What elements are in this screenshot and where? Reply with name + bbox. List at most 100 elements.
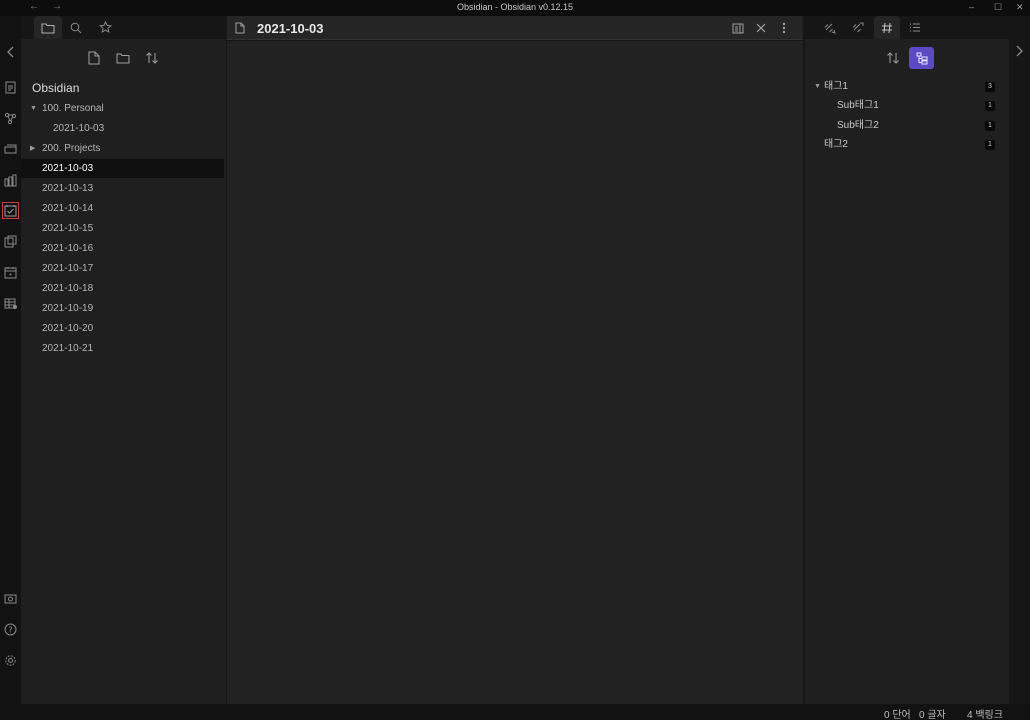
file-label: 2021-10-16 — [42, 243, 94, 254]
tag-tree-view-toggle[interactable] — [909, 47, 934, 69]
file-item[interactable]: 2021-10-15 — [21, 219, 224, 238]
caret-down-icon: ▼ — [30, 105, 37, 112]
tag-pane: ▼ 태그1 3 Sub태그1 1 Sub태그2 1 태그2 1 — [805, 39, 1009, 704]
kanban-icon[interactable] — [3, 173, 18, 188]
file-item[interactable]: 2021-10-17 — [21, 259, 224, 278]
outgoing-links-icon — [852, 22, 864, 33]
minimize-icon[interactable]: – — [969, 2, 974, 12]
vault-name: Obsidian — [32, 81, 80, 95]
sort-icon — [886, 52, 899, 64]
file-label: 2021-10-13 — [42, 183, 94, 194]
folder-icon — [41, 23, 55, 33]
note-title[interactable]: 2021-10-03 — [257, 21, 324, 36]
maximize-icon[interactable]: ☐ — [994, 2, 1002, 13]
file-item[interactable]: 2021-10-14 — [21, 199, 224, 218]
svg-text:?: ? — [8, 626, 12, 635]
new-note-icon — [88, 51, 100, 65]
editor-content[interactable] — [227, 41, 803, 704]
tag-sort-button[interactable] — [880, 47, 905, 69]
tag-item[interactable]: 태그2 1 — [805, 136, 1009, 154]
tab-search[interactable] — [62, 16, 90, 39]
file-item[interactable]: 2021-10-13 — [21, 179, 224, 198]
close-tab-button[interactable] — [753, 20, 769, 36]
right-sidebar-tabs — [805, 16, 1030, 39]
help-icon[interactable]: ? — [3, 622, 18, 637]
close-icon — [756, 23, 766, 33]
caret-down-icon: ▼ — [814, 83, 821, 90]
daily-note-calendar-icon[interactable] — [2, 202, 19, 219]
star-icon — [98, 21, 112, 33]
calendar-icon[interactable] — [3, 265, 18, 280]
new-folder-button[interactable] — [112, 47, 134, 69]
tag-item[interactable]: Sub태그2 1 — [805, 117, 1009, 135]
caret-right-icon: ▶ — [30, 145, 36, 152]
tag-label: Sub태그2 — [837, 120, 879, 131]
sort-button[interactable] — [141, 47, 163, 69]
status-bar: 0 단어 0 글자 4 백링크 — [21, 704, 1030, 720]
file-item[interactable]: 2021-10-03 — [21, 119, 224, 138]
tab-file-explorer[interactable] — [34, 16, 62, 39]
tab-tags[interactable] — [874, 16, 900, 39]
backlinks-icon — [824, 23, 836, 34]
sort-icon — [146, 52, 158, 64]
file-item[interactable]: 2021-10-18 — [21, 279, 224, 298]
title-bar: ← → Obsidian - Obsidian v0.12.15 – ☐ ✕ — [0, 0, 1030, 16]
table-icon[interactable] — [3, 296, 18, 311]
file-label: 2021-10-03 — [53, 123, 105, 134]
folder-item[interactable]: ▶ 200. Projects — [21, 139, 224, 158]
folder-label: 100. Personal — [42, 103, 104, 114]
tag-label: 태그2 — [824, 139, 848, 150]
file-label: 2021-10-21 — [42, 343, 94, 354]
file-label: 2021-10-17 — [42, 263, 94, 274]
folder-item[interactable]: ▼ 100. Personal — [21, 99, 224, 118]
char-count: 0 글자 — [919, 710, 946, 720]
tag-count-badge: 1 — [985, 140, 995, 150]
open-random-note-icon[interactable] — [3, 142, 18, 157]
file-item-active[interactable]: 2021-10-03 — [21, 159, 224, 178]
folder-label: 200. Projects — [42, 143, 101, 154]
window-close-icon[interactable]: ✕ — [1016, 2, 1024, 13]
tag-count-badge: 1 — [985, 121, 995, 131]
file-item[interactable]: 2021-10-20 — [21, 319, 224, 338]
word-count: 0 단어 — [884, 710, 911, 720]
more-options-button[interactable] — [776, 20, 792, 36]
tab-starred[interactable] — [91, 16, 119, 39]
tab-outline[interactable] — [902, 16, 928, 39]
new-note-button[interactable] — [83, 47, 105, 69]
backlink-count[interactable]: 4 백링크 — [967, 706, 1003, 720]
file-item[interactable]: 2021-10-21 — [21, 339, 224, 358]
tag-label: Sub태그1 — [837, 100, 879, 111]
graph-view-icon[interactable] — [3, 111, 18, 126]
tree-view-icon — [916, 52, 927, 64]
tag-count-badge: 1 — [985, 101, 995, 111]
tab-outgoing-links[interactable] — [845, 16, 871, 39]
search-icon — [70, 22, 82, 33]
reading-view-button[interactable] — [730, 20, 746, 36]
file-label: 2021-10-15 — [42, 223, 94, 234]
editor-header: 2021-10-03 — [227, 16, 803, 40]
tag-hash-icon — [882, 22, 892, 33]
settings-icon[interactable] — [3, 653, 18, 668]
open-quick-switcher-icon[interactable] — [3, 80, 18, 95]
file-label: 2021-10-20 — [42, 323, 94, 334]
tag-count-badge: 3 — [985, 82, 995, 92]
document-icon — [235, 21, 245, 39]
reading-view-icon — [732, 23, 744, 33]
left-sidebar-tabs — [21, 16, 227, 39]
templates-icon[interactable] — [3, 234, 18, 249]
collapse-right-chevron-icon[interactable] — [1014, 44, 1024, 62]
window-title: Obsidian - Obsidian v0.12.15 — [456, 2, 574, 12]
tab-backlinks[interactable] — [817, 16, 843, 39]
collapse-left-chevron-icon[interactable] — [3, 44, 18, 59]
file-label: 2021-10-19 — [42, 303, 94, 314]
file-explorer-actions — [21, 47, 226, 69]
file-item[interactable]: 2021-10-16 — [21, 239, 224, 258]
outline-icon — [910, 23, 920, 32]
file-label: 2021-10-14 — [42, 203, 94, 214]
ribbon: ? — [0, 16, 21, 720]
file-item[interactable]: 2021-10-19 — [21, 299, 224, 318]
more-options-icon — [782, 22, 786, 34]
open-another-vault-icon[interactable] — [3, 591, 18, 606]
tag-item[interactable]: Sub태그1 1 — [805, 97, 1009, 115]
tag-item[interactable]: ▼ 태그1 3 — [805, 78, 1009, 96]
